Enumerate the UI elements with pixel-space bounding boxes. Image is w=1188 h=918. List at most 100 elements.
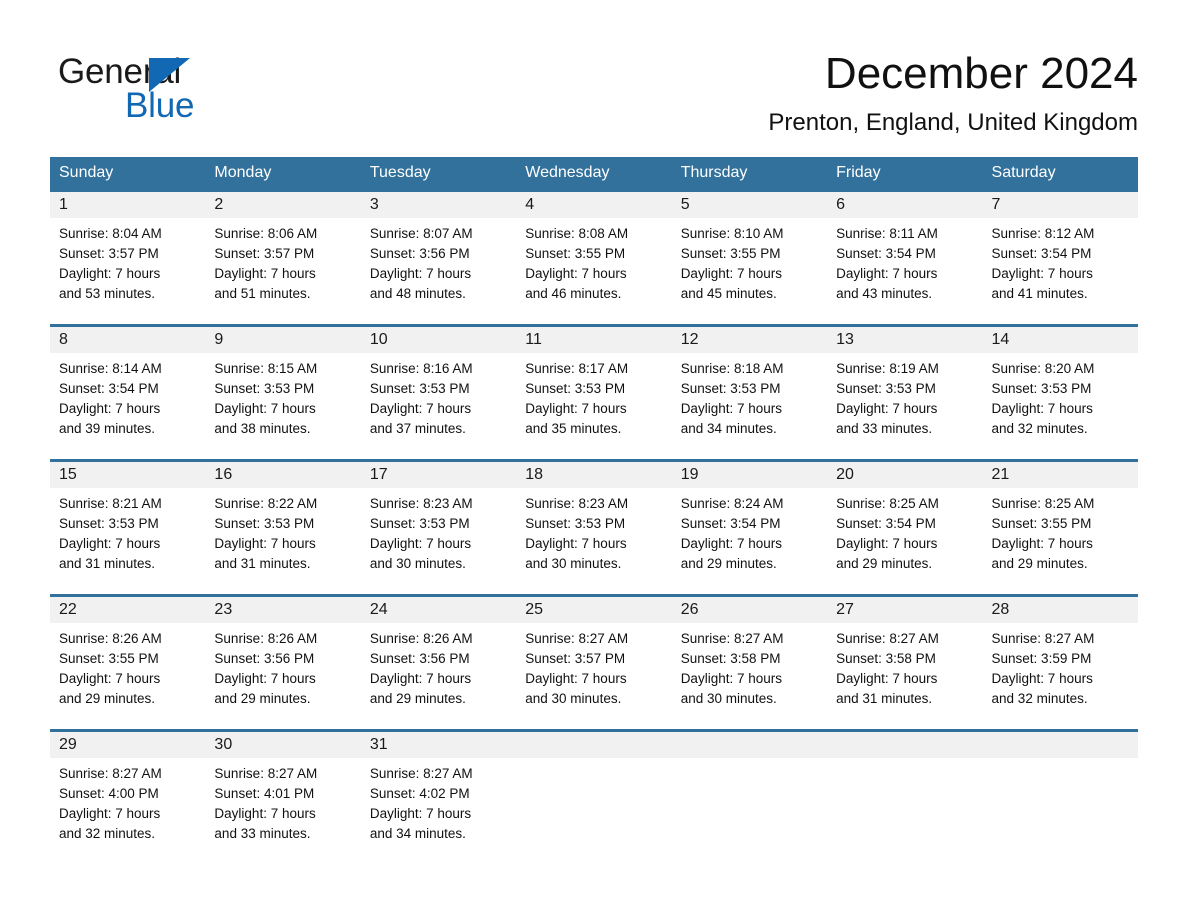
daylight-text-line1: Daylight: 7 hours xyxy=(680,671,782,686)
day-number: 24 xyxy=(360,597,517,623)
day-details: Sunrise: 8:27 AM Sunset: 4:02 PM Dayligh… xyxy=(361,758,516,844)
sunrise-text: Sunrise: 8:25 AM xyxy=(991,496,1095,511)
day-cell[interactable]: 16 Sunrise: 8:22 AM Sunset: 3:53 PM Dayl… xyxy=(205,462,361,594)
day-cell[interactable]: 15 Sunrise: 8:21 AM Sunset: 3:53 PM Dayl… xyxy=(50,462,206,594)
day-details: Sunrise: 8:27 AM Sunset: 3:59 PM Dayligh… xyxy=(983,623,1138,709)
sunset-text: Sunset: 3:54 PM xyxy=(836,516,936,531)
day-cell[interactable]: 8 Sunrise: 8:14 AM Sunset: 3:54 PM Dayli… xyxy=(50,327,206,459)
daylight-text-line2: and 29 minutes. xyxy=(836,556,933,571)
page-title: December 2024 xyxy=(824,49,1138,98)
sunset-text: Sunset: 3:57 PM xyxy=(214,246,315,261)
day-details: Sunrise: 8:26 AM Sunset: 3:56 PM Dayligh… xyxy=(205,623,360,709)
day-details: Sunrise: 8:07 AM Sunset: 3:56 PM Dayligh… xyxy=(361,218,516,304)
sunrise-text: Sunrise: 8:17 AM xyxy=(525,361,629,376)
day-cell[interactable]: 18 Sunrise: 8:23 AM Sunset: 3:53 PM Dayl… xyxy=(516,462,672,594)
day-cell[interactable]: 21 Sunrise: 8:25 AM Sunset: 3:55 PM Dayl… xyxy=(982,462,1138,594)
daylight-text-line2: and 30 minutes. xyxy=(680,691,777,706)
day-cell[interactable]: 4 Sunrise: 8:08 AM Sunset: 3:55 PM Dayli… xyxy=(516,192,672,324)
daylight-text-line1: Daylight: 7 hours xyxy=(836,671,938,686)
day-cell[interactable]: 13 Sunrise: 8:19 AM Sunset: 3:53 PM Dayl… xyxy=(827,327,983,459)
sunrise-text: Sunrise: 8:26 AM xyxy=(59,631,162,646)
sunrise-text: Sunrise: 8:27 AM xyxy=(214,766,318,781)
weekday-header-monday: Monday xyxy=(214,164,272,181)
day-cell[interactable]: 23 Sunrise: 8:26 AM Sunset: 3:56 PM Dayl… xyxy=(205,597,361,729)
day-cell[interactable]: 31 Sunrise: 8:27 AM Sunset: 4:02 PM Dayl… xyxy=(360,732,517,864)
daylight-text-line2: and 33 minutes. xyxy=(836,421,933,436)
daylight-text-line2: and 32 minutes. xyxy=(59,826,156,841)
day-number: 30 xyxy=(205,732,361,758)
day-cell[interactable]: 7 Sunrise: 8:12 AM Sunset: 3:54 PM Dayli… xyxy=(982,192,1138,324)
day-number: 17 xyxy=(360,462,517,488)
title-block: December 2024 Prenton, England, United K… xyxy=(768,48,1138,138)
day-number: 19 xyxy=(671,462,828,488)
day-number: 23 xyxy=(205,597,361,623)
day-cell[interactable]: 19 Sunrise: 8:24 AM Sunset: 3:54 PM Dayl… xyxy=(671,462,828,594)
day-details: Sunrise: 8:16 AM Sunset: 3:53 PM Dayligh… xyxy=(361,353,516,439)
weekday-header-wednesday: Wednesday xyxy=(525,164,610,181)
day-number xyxy=(671,732,828,758)
sunrise-text: Sunrise: 8:11 AM xyxy=(836,226,938,241)
day-cell[interactable]: 1 Sunrise: 8:04 AM Sunset: 3:57 PM Dayli… xyxy=(50,192,206,324)
sunrise-text: Sunrise: 8:18 AM xyxy=(680,361,784,376)
day-cell[interactable]: 2 Sunrise: 8:06 AM Sunset: 3:57 PM Dayli… xyxy=(205,192,361,324)
day-details: Sunrise: 8:11 AM Sunset: 3:54 PM Dayligh… xyxy=(827,218,982,304)
daylight-text-line1: Daylight: 7 hours xyxy=(680,401,782,416)
daylight-text-line1: Daylight: 7 hours xyxy=(525,401,627,416)
day-cell[interactable]: 26 Sunrise: 8:27 AM Sunset: 3:58 PM Dayl… xyxy=(671,597,828,729)
sunset-text: Sunset: 3:53 PM xyxy=(214,516,315,531)
sunset-text: Sunset: 3:57 PM xyxy=(59,246,159,261)
daylight-text-line2: and 31 minutes. xyxy=(836,691,933,706)
day-number: 22 xyxy=(50,597,206,623)
day-cell[interactable]: 12 Sunrise: 8:18 AM Sunset: 3:53 PM Dayl… xyxy=(671,327,828,459)
day-cell-empty xyxy=(671,732,828,864)
day-number: 20 xyxy=(827,462,983,488)
day-cell[interactable]: 30 Sunrise: 8:27 AM Sunset: 4:01 PM Dayl… xyxy=(205,732,361,864)
daylight-text-line2: and 39 minutes. xyxy=(59,421,156,436)
day-details xyxy=(827,758,982,764)
daylight-text-line1: Daylight: 7 hours xyxy=(59,536,161,551)
day-cell[interactable]: 5 Sunrise: 8:10 AM Sunset: 3:55 PM Dayli… xyxy=(671,192,828,324)
day-cell[interactable]: 27 Sunrise: 8:27 AM Sunset: 3:58 PM Dayl… xyxy=(827,597,983,729)
day-cell[interactable]: 24 Sunrise: 8:26 AM Sunset: 3:56 PM Dayl… xyxy=(360,597,517,729)
day-number xyxy=(516,732,672,758)
calendar-week-row: 8 Sunrise: 8:14 AM Sunset: 3:54 PM Dayli… xyxy=(50,324,1138,459)
day-cell[interactable]: 9 Sunrise: 8:15 AM Sunset: 3:53 PM Dayli… xyxy=(205,327,361,459)
day-details: Sunrise: 8:27 AM Sunset: 4:01 PM Dayligh… xyxy=(205,758,360,844)
day-cell[interactable]: 17 Sunrise: 8:23 AM Sunset: 3:53 PM Dayl… xyxy=(360,462,517,594)
day-details: Sunrise: 8:04 AM Sunset: 3:57 PM Dayligh… xyxy=(50,218,205,304)
sunset-text: Sunset: 3:53 PM xyxy=(836,381,936,396)
day-number: 14 xyxy=(982,327,1138,353)
day-cell[interactable]: 29 Sunrise: 8:27 AM Sunset: 4:00 PM Dayl… xyxy=(50,732,206,864)
day-cell[interactable]: 3 Sunrise: 8:07 AM Sunset: 3:56 PM Dayli… xyxy=(360,192,517,324)
daylight-text-line2: and 45 minutes. xyxy=(680,286,777,301)
sunrise-text: Sunrise: 8:21 AM xyxy=(59,496,162,511)
day-cell[interactable]: 28 Sunrise: 8:27 AM Sunset: 3:59 PM Dayl… xyxy=(982,597,1138,729)
day-cell[interactable]: 20 Sunrise: 8:25 AM Sunset: 3:54 PM Dayl… xyxy=(827,462,983,594)
sunset-text: Sunset: 3:53 PM xyxy=(59,516,159,531)
day-cell[interactable]: 25 Sunrise: 8:27 AM Sunset: 3:57 PM Dayl… xyxy=(516,597,672,729)
generalblue-logo[interactable]: General Blue xyxy=(58,52,248,125)
day-details xyxy=(516,758,671,764)
day-details: Sunrise: 8:23 AM Sunset: 3:53 PM Dayligh… xyxy=(516,488,671,574)
sunset-text: Sunset: 3:54 PM xyxy=(991,246,1092,261)
sunrise-text: Sunrise: 8:10 AM xyxy=(680,226,784,241)
sunset-text: Sunset: 3:53 PM xyxy=(369,381,470,396)
day-cell[interactable]: 10 Sunrise: 8:16 AM Sunset: 3:53 PM Dayl… xyxy=(360,327,517,459)
sunset-text: Sunset: 4:00 PM xyxy=(59,786,159,801)
day-cell[interactable]: 22 Sunrise: 8:26 AM Sunset: 3:55 PM Dayl… xyxy=(50,597,206,729)
day-cell[interactable]: 11 Sunrise: 8:17 AM Sunset: 3:53 PM Dayl… xyxy=(516,327,672,459)
sunset-text: Sunset: 3:56 PM xyxy=(214,651,315,666)
sunset-text: Sunset: 3:55 PM xyxy=(59,651,159,666)
day-cell[interactable]: 14 Sunrise: 8:20 AM Sunset: 3:53 PM Dayl… xyxy=(982,327,1138,459)
daylight-text-line2: and 29 minutes. xyxy=(680,556,777,571)
day-details xyxy=(672,758,827,764)
sunset-text: Sunset: 3:53 PM xyxy=(680,381,781,396)
daylight-text-line2: and 32 minutes. xyxy=(991,421,1088,436)
sunrise-text: Sunrise: 8:27 AM xyxy=(525,631,629,646)
sunrise-text: Sunrise: 8:27 AM xyxy=(59,766,162,781)
day-cell[interactable]: 6 Sunrise: 8:11 AM Sunset: 3:54 PM Dayli… xyxy=(827,192,983,324)
day-details: Sunrise: 8:23 AM Sunset: 3:53 PM Dayligh… xyxy=(361,488,516,574)
sunset-text: Sunset: 3:55 PM xyxy=(680,246,781,261)
day-details: Sunrise: 8:19 AM Sunset: 3:53 PM Dayligh… xyxy=(827,353,982,439)
daylight-text-line2: and 32 minutes. xyxy=(991,691,1088,706)
